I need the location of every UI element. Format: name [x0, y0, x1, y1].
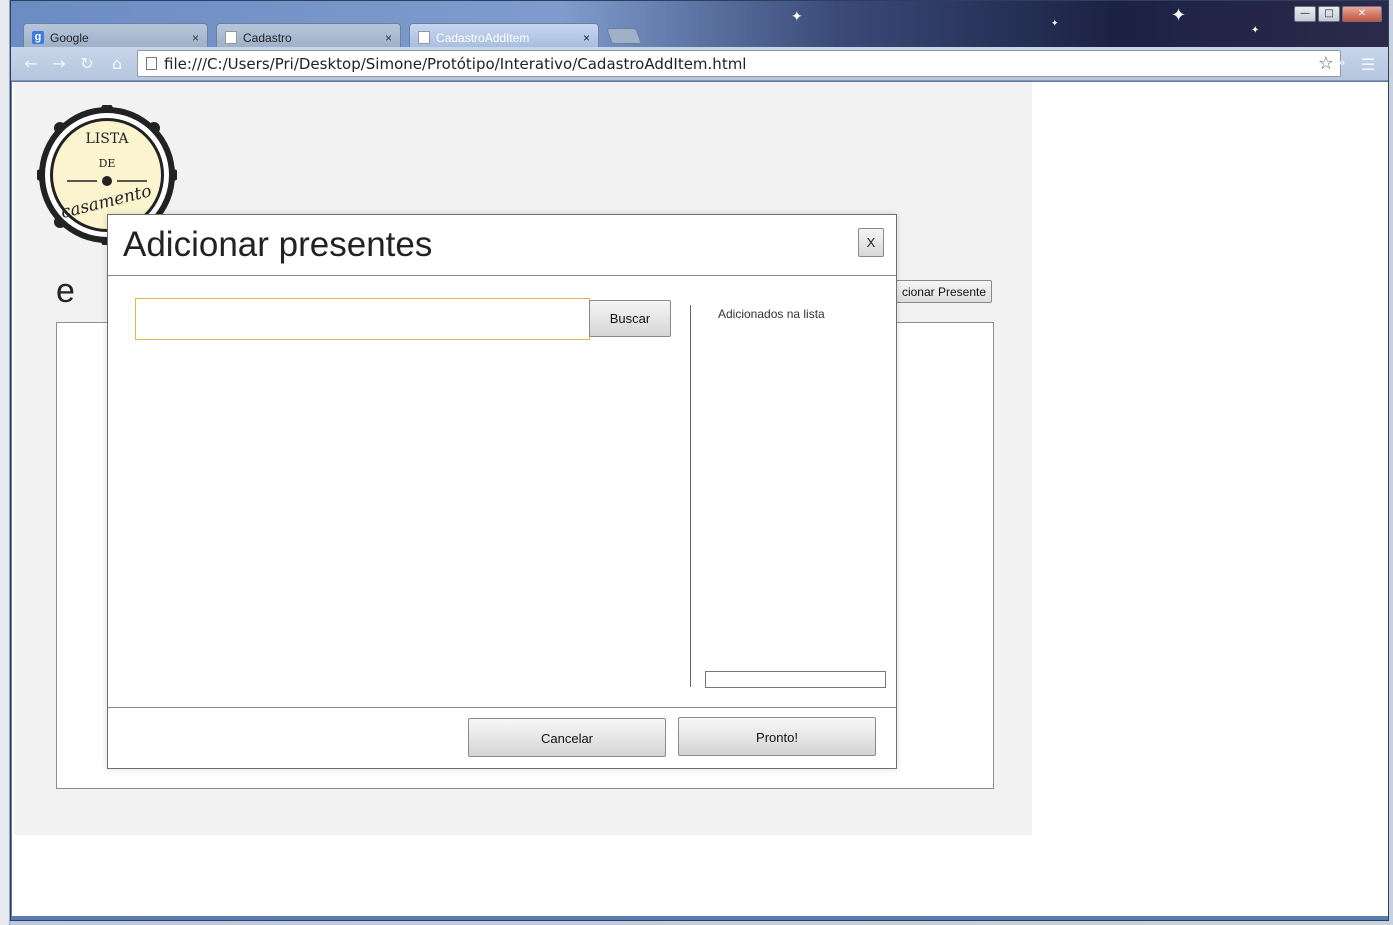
reload-icon[interactable]: ↻: [77, 55, 97, 73]
added-list-label: Adicionados na lista: [718, 307, 825, 321]
star-decoration: ✦: [1171, 5, 1187, 26]
extensions-chevron-icon[interactable]: »: [1337, 55, 1346, 71]
close-icon[interactable]: ×: [192, 31, 199, 45]
star-decoration: ✦: [1251, 25, 1260, 36]
done-button[interactable]: Pronto!: [678, 717, 876, 756]
page-viewport: LISTA DE casamento e cionar Presente Adi…: [12, 82, 1388, 916]
modal-footer: Cancelar Pronto!: [108, 707, 896, 768]
window-bottom-border: [11, 916, 1388, 920]
google-icon: g: [32, 31, 44, 44]
window-controls: — □ ✕: [1294, 6, 1382, 22]
close-window-button[interactable]: ✕: [1342, 6, 1382, 22]
tab-cadastro-add-item[interactable]: CadastroAddItem ×: [409, 23, 599, 47]
close-icon[interactable]: ×: [385, 31, 392, 45]
star-decoration: ✦: [1051, 19, 1059, 29]
modal-header: Adicionar presentes X: [108, 215, 896, 276]
tab-google[interactable]: g Google ×: [23, 23, 208, 47]
browser-toolbar: ← → ↻ ⌂ file:///C:/Users/Pri/Desktop/Sim…: [11, 47, 1388, 81]
tab-cadastro[interactable]: Cadastro ×: [216, 23, 401, 47]
logo-text-top: LISTA: [85, 131, 129, 147]
home-icon[interactable]: ⌂: [107, 55, 127, 73]
maximize-button[interactable]: □: [1318, 6, 1340, 22]
add-gifts-modal: Adicionar presentes X Buscar Adicionados…: [107, 214, 897, 769]
forward-icon[interactable]: →: [49, 55, 69, 73]
close-icon[interactable]: ×: [583, 31, 590, 45]
column-divider: [690, 305, 691, 687]
menu-icon[interactable]: ☰: [1361, 55, 1375, 74]
page-icon: [225, 31, 237, 44]
browser-window: ✦ ✦ ✦ ✦ — □ ✕ g Google × Cadastro × Cada…: [10, 0, 1389, 921]
gift-search-input[interactable]: [135, 298, 590, 340]
page-heading: e: [56, 272, 75, 310]
back-icon[interactable]: ←: [21, 55, 41, 73]
added-list-field[interactable]: [705, 671, 886, 688]
add-gift-button[interactable]: cionar Presente: [882, 280, 992, 303]
background-window-edge: [0, 0, 10, 925]
new-tab-button[interactable]: [606, 28, 642, 44]
page-icon: [146, 57, 157, 70]
search-button[interactable]: Buscar: [589, 300, 671, 337]
address-url[interactable]: file:///C:/Users/Pri/Desktop/Simone/Prot…: [164, 55, 746, 73]
tab-label: Google: [50, 30, 89, 45]
tab-label: CadastroAddItem: [436, 30, 530, 45]
modal-close-button[interactable]: X: [858, 228, 884, 257]
logo-text-middle: DE: [99, 157, 116, 170]
page-icon: [418, 31, 430, 44]
tab-label: Cadastro: [243, 30, 292, 45]
address-bar[interactable]: file:///C:/Users/Pri/Desktop/Simone/Prot…: [137, 50, 1341, 77]
cancel-button[interactable]: Cancelar: [468, 718, 666, 757]
star-decoration: ✦: [791, 9, 803, 25]
desktop: ✦ ✦ ✦ ✦ — □ ✕ g Google × Cadastro × Cada…: [0, 0, 1393, 925]
bookmark-star-icon[interactable]: ☆: [1318, 53, 1334, 74]
minimize-button[interactable]: —: [1294, 6, 1316, 22]
modal-title: Adicionar presentes: [123, 225, 433, 264]
